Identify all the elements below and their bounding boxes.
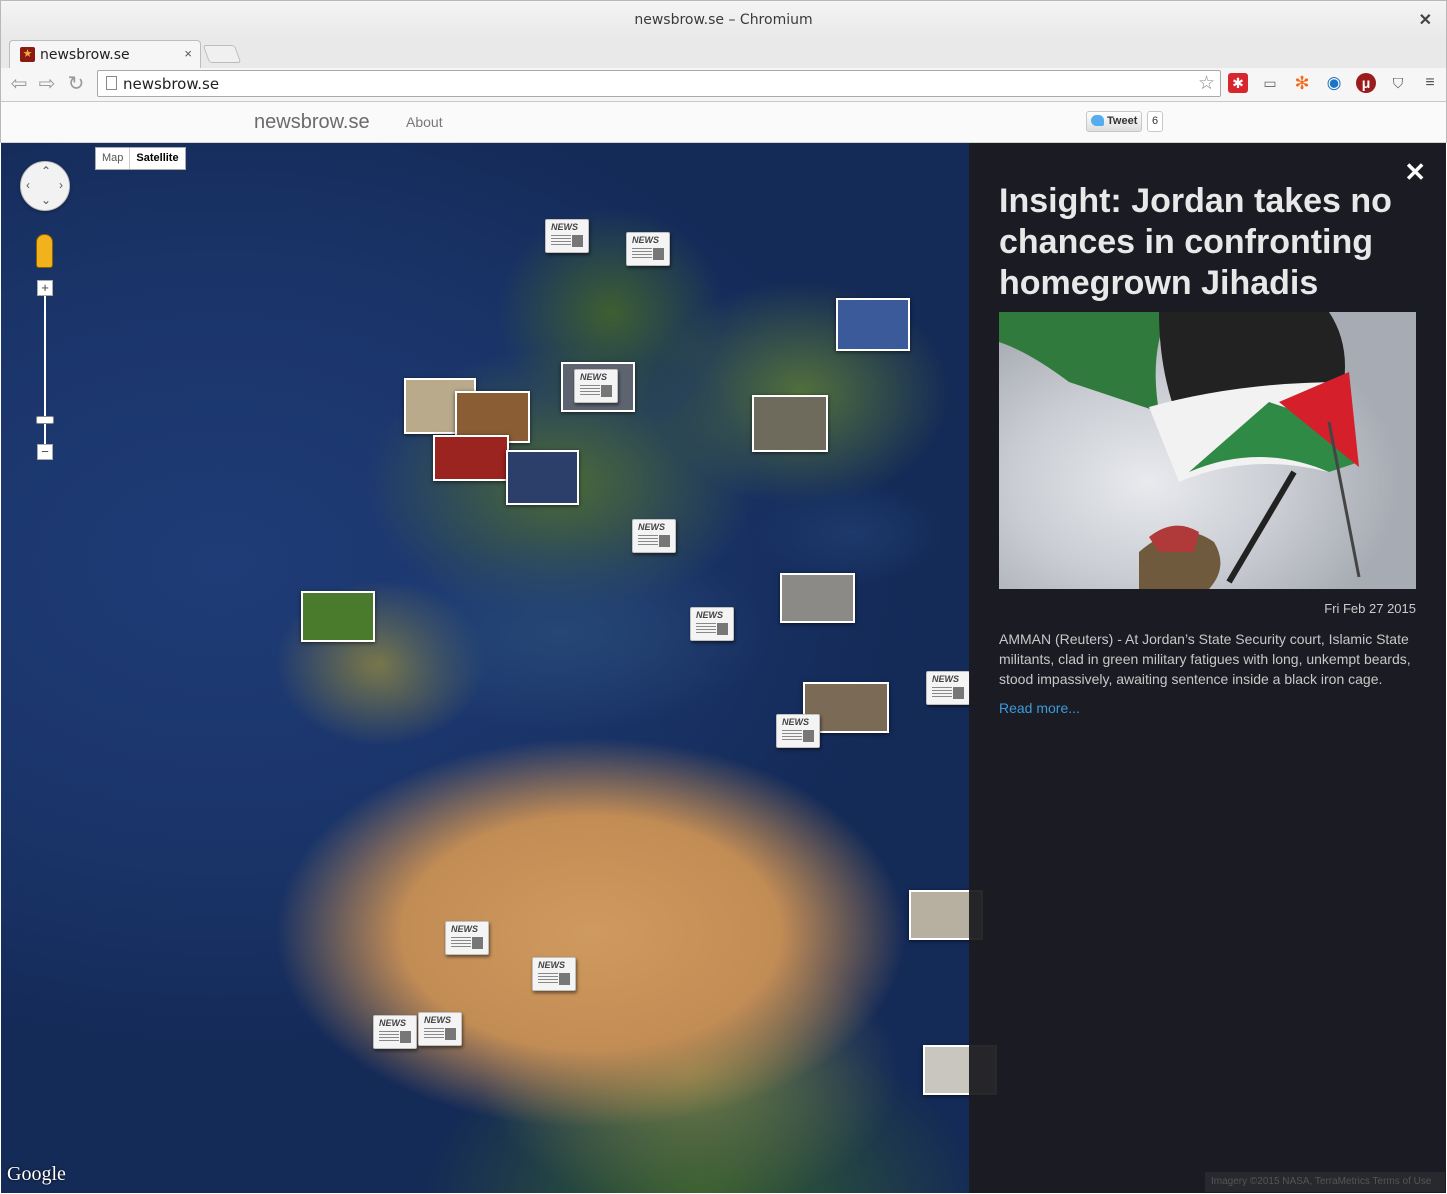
window-close-icon[interactable]: ✕: [1419, 10, 1432, 30]
map-type-satellite-button[interactable]: Satellite: [129, 148, 184, 169]
tab-close-icon[interactable]: ×: [184, 46, 192, 61]
google-logo: Google: [7, 1163, 66, 1185]
new-tab-button[interactable]: [202, 45, 242, 63]
photo-marker[interactable]: [433, 435, 509, 481]
article-panel: ✕ Insight: Jordan takes no chances in co…: [969, 143, 1446, 1193]
jordan-flag-photo: [999, 312, 1361, 589]
photo-marker[interactable]: [506, 450, 579, 505]
news-marker[interactable]: NEWS: [545, 219, 589, 253]
site-favicon-icon: ★: [20, 47, 35, 62]
forward-icon[interactable]: ⇨: [35, 72, 59, 96]
address-bar[interactable]: newsbrow.se ☆: [97, 70, 1221, 97]
news-marker[interactable]: NEWS: [445, 921, 489, 955]
address-url[interactable]: newsbrow.se: [123, 75, 219, 93]
extension-orange-icon[interactable]: ✻: [1292, 73, 1312, 93]
pan-down-icon[interactable]: ⌄: [41, 193, 51, 207]
tweet-button[interactable]: Tweet: [1086, 111, 1142, 132]
window-title: newsbrow.se – Chromium: [634, 12, 813, 28]
pan-right-icon[interactable]: ›: [59, 178, 63, 192]
news-marker[interactable]: NEWS: [690, 607, 734, 641]
star-icon[interactable]: ☆: [1198, 72, 1215, 95]
site-brand[interactable]: newsbrow.se: [254, 111, 370, 134]
browser-toolbar: ⇦ ⇨ ↻ newsbrow.se ☆ ✱ ▭ ✻ ◉ μ ⛉ ≡: [0, 68, 1447, 102]
photo-marker[interactable]: [301, 591, 375, 642]
map-attribution[interactable]: Imagery ©2015 NASA, TerraMetrics Terms o…: [1205, 1172, 1445, 1192]
read-more-link[interactable]: Read more...: [999, 700, 1080, 716]
map-type-control: Map Satellite: [95, 147, 186, 170]
zoom-slider-thumb[interactable]: [36, 416, 54, 424]
extension-red-asterisk-icon[interactable]: ✱: [1228, 73, 1248, 93]
window-titlebar: newsbrow.se – Chromium ✕: [0, 0, 1447, 38]
tweet-count: 6: [1147, 111, 1164, 132]
photo-marker[interactable]: [752, 395, 828, 452]
news-marker[interactable]: NEWS: [926, 671, 970, 705]
article-date: Fri Feb 27 2015: [1324, 601, 1416, 616]
photo-marker[interactable]: [836, 298, 910, 351]
news-marker[interactable]: NEWS: [532, 957, 576, 991]
article-title: Insight: Jordan takes no chances in conf…: [999, 182, 1392, 302]
page-icon: [106, 76, 117, 90]
ublock-icon[interactable]: μ: [1356, 73, 1376, 93]
back-icon[interactable]: ⇦: [7, 72, 31, 96]
pan-left-icon[interactable]: ‹: [26, 178, 30, 192]
pocket-icon[interactable]: ⛉: [1388, 73, 1408, 93]
zoom-in-button[interactable]: +: [37, 280, 53, 296]
pegman-icon[interactable]: [36, 234, 53, 268]
reload-icon[interactable]: ↻: [64, 72, 88, 96]
news-marker[interactable]: NEWS: [373, 1015, 417, 1049]
news-marker[interactable]: NEWS: [418, 1012, 462, 1046]
tab-title: newsbrow.se: [40, 47, 130, 63]
extension-blue-circle-icon[interactable]: ◉: [1324, 73, 1344, 93]
menu-icon[interactable]: ≡: [1420, 73, 1440, 93]
cast-icon[interactable]: ▭: [1260, 73, 1280, 93]
photo-marker[interactable]: [780, 573, 855, 623]
browser-tab[interactable]: ★ newsbrow.se ×: [9, 40, 201, 68]
news-marker[interactable]: NEWS: [574, 369, 618, 403]
pan-up-icon[interactable]: ⌃: [41, 164, 51, 178]
news-marker[interactable]: NEWS: [632, 519, 676, 553]
tab-strip: ★ newsbrow.se ×: [0, 38, 1447, 68]
news-marker[interactable]: NEWS: [776, 714, 820, 748]
article-photo: [999, 312, 1416, 589]
tweet-label: Tweet: [1107, 115, 1138, 127]
twitter-bird-icon: [1091, 115, 1104, 126]
pan-control[interactable]: ⌃ ⌄ ‹ ›: [20, 161, 70, 211]
zoom-slider-track[interactable]: [44, 296, 46, 451]
zoom-out-button[interactable]: −: [37, 444, 53, 460]
site-navbar: newsbrow.se About Tweet 6: [0, 102, 1447, 143]
map-type-map-button[interactable]: Map: [96, 148, 129, 169]
nav-about-link[interactable]: About: [406, 114, 443, 130]
article-body: AMMAN (Reuters) - At Jordan’s State Secu…: [999, 631, 1411, 687]
news-marker[interactable]: NEWS: [626, 232, 670, 266]
